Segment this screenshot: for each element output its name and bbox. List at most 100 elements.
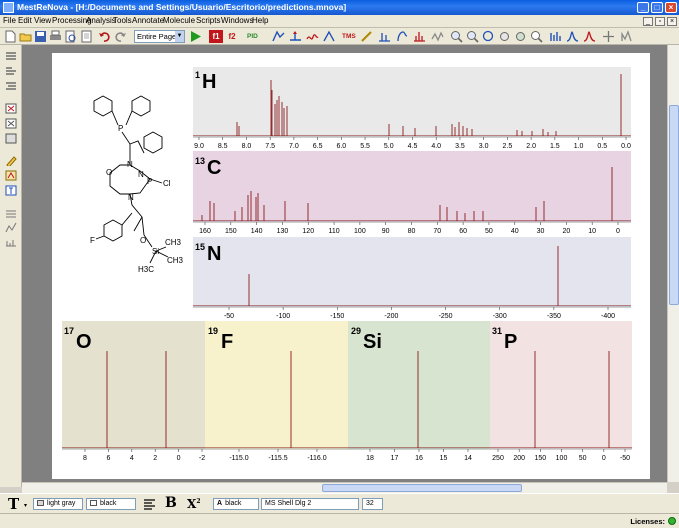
pan-icon[interactable]	[498, 30, 511, 43]
menu-molecule[interactable]: Molecule	[163, 16, 195, 25]
menu-scripts[interactable]: Scripts	[196, 16, 220, 25]
panel-13c-mass: 13	[195, 156, 205, 166]
phase-correction-icon[interactable]	[272, 30, 285, 43]
superscript-button[interactable]: X2	[187, 497, 201, 511]
tick-label: 70	[433, 228, 441, 235]
license-status-icon[interactable]	[668, 517, 676, 525]
pencil-icon[interactable]	[5, 155, 17, 166]
print-preview-icon[interactable]	[64, 30, 77, 43]
undo-icon[interactable]	[98, 30, 111, 43]
spectrum-panel-13c[interactable]: 13 C 160 150 140 130 120 110 100 90 80 70 60 50 40 30…	[193, 151, 631, 235]
distribute-icon[interactable]	[5, 81, 17, 92]
baseline-icon[interactable]	[306, 30, 319, 43]
cursor-spectrum-icon[interactable]	[620, 30, 633, 43]
draw-molecule-icon[interactable]	[5, 170, 17, 181]
text-align-icon[interactable]	[143, 498, 156, 510]
zoom-select[interactable]: Entire Page ▼	[134, 30, 185, 43]
zoom-in-icon[interactable]	[450, 30, 463, 43]
tick-label: 80	[408, 228, 416, 235]
mdi-minimize-button[interactable]: _	[643, 17, 653, 26]
pid-button[interactable]: PID	[247, 30, 263, 43]
f1-button[interactable]: f1	[209, 30, 223, 43]
menu-help[interactable]: Help	[252, 16, 268, 25]
horizontal-scrollbar[interactable]	[22, 482, 667, 493]
zoom-select-value: Entire Page	[137, 32, 177, 41]
document-page[interactable]: P N N P Cl O N F O Si CH3 CH3 H3C 1 H 9.…	[52, 53, 650, 479]
tick-label: 0.5	[597, 143, 607, 150]
menu-view[interactable]: View	[34, 16, 51, 25]
menu-edit[interactable]: Edit	[18, 16, 32, 25]
molecule-structure[interactable]	[93, 95, 169, 264]
spectrum-arrow-icon[interactable]	[289, 30, 302, 43]
line-color-combo[interactable]: black	[86, 498, 136, 510]
select-icon[interactable]	[514, 30, 527, 43]
superimpose-icon[interactable]	[583, 30, 596, 43]
magnify-icon[interactable]	[530, 30, 543, 43]
apodization-icon[interactable]	[323, 30, 336, 43]
atom-label-si: Si	[152, 247, 159, 256]
play-icon[interactable]	[189, 30, 202, 43]
mdi-close-button[interactable]: ×	[667, 17, 677, 26]
tick-label: 50	[579, 455, 587, 462]
tick-label: 0	[177, 455, 181, 462]
spectra-page-canvas: P N N P Cl O N F O Si CH3 CH3 H3C 1 H 9.…	[62, 67, 632, 462]
array-plot-icon[interactable]	[5, 222, 17, 233]
background-color-combo[interactable]: light gray	[33, 498, 83, 510]
integration-icon[interactable]	[396, 30, 409, 43]
spectrum-panel-15n[interactable]: 15 N -50 -100 -150 -200 -250 -300 -350 -400	[193, 237, 631, 320]
peak-picking-icon[interactable]	[378, 30, 391, 43]
panel-1h-background	[193, 67, 631, 137]
menu-tools[interactable]: Tools	[113, 16, 132, 25]
reference-icon[interactable]	[360, 30, 373, 43]
tick-label: -200	[384, 313, 398, 320]
delete-object-icon[interactable]	[5, 103, 17, 114]
stack-plot-icon[interactable]	[5, 207, 17, 218]
vertical-scrollbar[interactable]	[667, 45, 679, 482]
spectrum-panel-1h[interactable]: 1 H 9.0 8.5 8.0 7.5 7.0 6.5 6.0 5.5 5.0 4.5 4.0 3.5…	[193, 67, 631, 150]
peak-shape-icon[interactable]	[566, 30, 579, 43]
font-color-combo[interactable]: Ablack	[213, 498, 259, 510]
zoom-fit-icon[interactable]	[482, 30, 495, 43]
lock-object-icon[interactable]	[5, 133, 17, 144]
open-folder-icon[interactable]	[19, 30, 32, 43]
mdi-restore-button[interactable]: ▫	[655, 17, 665, 26]
group-icon[interactable]	[5, 118, 17, 129]
close-button[interactable]: ×	[665, 2, 677, 13]
spectrum-panel-31p[interactable]: 31 P 250 200 150 100 50 0 -50	[490, 321, 632, 462]
print-icon[interactable]	[49, 30, 62, 43]
fit-icon[interactable]	[431, 30, 444, 43]
redo-icon[interactable]	[114, 30, 127, 43]
spectrum-panel-17o[interactable]: 17 O 8 6 4 2 0 -2	[62, 321, 205, 462]
menu-windows[interactable]: Windows	[221, 16, 253, 25]
horizontal-scroll-thumb[interactable]	[322, 484, 522, 492]
spectrum-panel-19f[interactable]: 19 F -115.0 -115.5 -116.0	[205, 321, 348, 462]
f2-button[interactable]: f2	[225, 30, 239, 43]
tms-button[interactable]: TMS	[342, 30, 358, 43]
menu-file[interactable]: File	[3, 16, 16, 25]
multiplet-icon[interactable]	[413, 30, 426, 43]
menu-analysis[interactable]: Analysis	[86, 16, 116, 25]
align-icon[interactable]	[5, 66, 17, 77]
zoom-out-icon[interactable]	[466, 30, 479, 43]
bold-button[interactable]: B	[165, 495, 177, 511]
text-tool-icon[interactable]	[5, 185, 17, 196]
stacked-spectra-icon[interactable]	[549, 30, 562, 43]
new-document-icon[interactable]	[4, 30, 17, 43]
font-size-combo[interactable]: 32	[362, 498, 383, 510]
maximize-button[interactable]: □	[651, 2, 663, 13]
save-icon[interactable]	[34, 30, 47, 43]
text-tool-button[interactable]: T	[8, 495, 19, 513]
menu-annotate[interactable]: Annotate	[132, 16, 164, 25]
layout-grid-icon[interactable]	[5, 51, 17, 62]
font-name-combo[interactable]: MS Shell Dlg 2	[261, 498, 359, 510]
tick-label: 100	[354, 228, 366, 235]
spectrum-panel-29si[interactable]: 29 Si 18 17 16 15 14	[348, 321, 490, 462]
ruler-icon[interactable]	[5, 237, 17, 248]
crosshair-icon[interactable]	[602, 30, 615, 43]
panel-17o-mass: 17	[64, 326, 74, 336]
page-setup-icon[interactable]	[80, 30, 93, 43]
minimize-button[interactable]: _	[637, 2, 649, 13]
vertical-scroll-thumb[interactable]	[669, 105, 679, 305]
chevron-down-icon[interactable]: ▾	[24, 502, 27, 509]
panel-31p-element: P	[504, 331, 517, 353]
